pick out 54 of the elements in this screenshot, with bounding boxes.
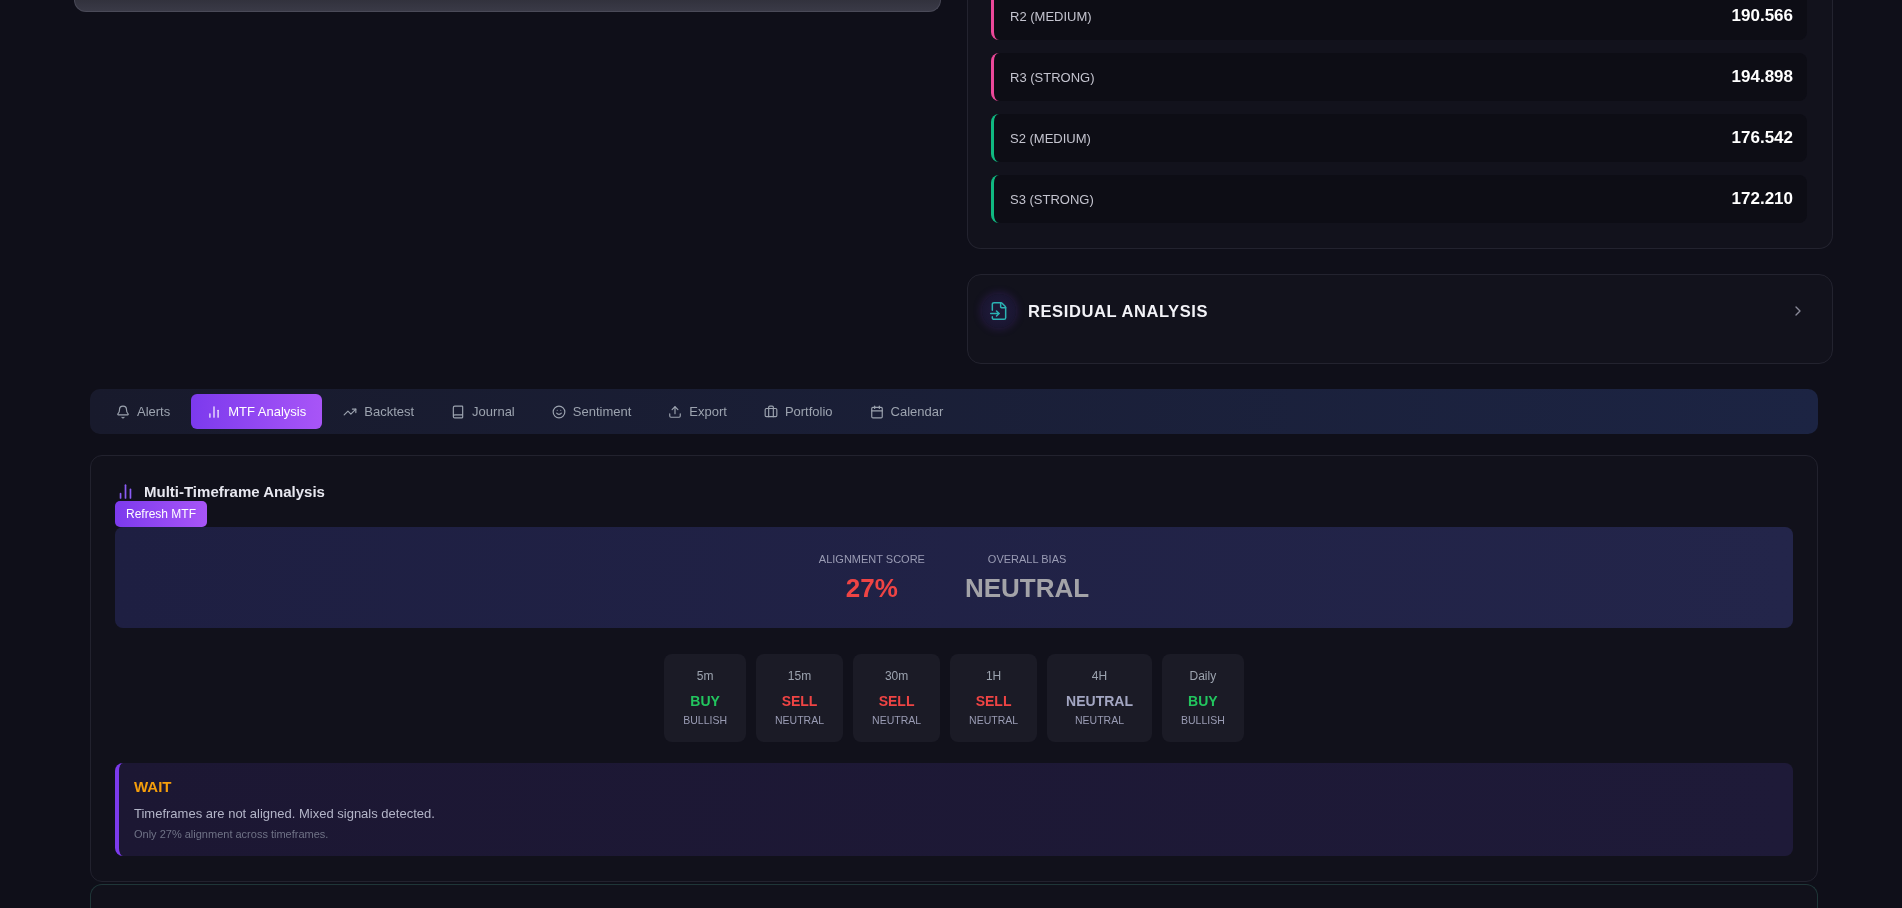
level-value: 172.210 [1731,189,1793,209]
bar-chart-icon [207,404,222,419]
level-label: S2 (MEDIUM) [1010,130,1091,146]
section-title: Multi-Timeframe Analysis [144,483,325,500]
residual-analysis-header[interactable]: RESIDUAL ANALYSIS [967,274,1833,364]
signal-value: SELL [781,692,818,710]
recommendation-detail: Only 27% alignment across timeframes. [134,827,330,841]
tab[interactable]: Portfolio [747,394,849,429]
bias-value: NEUTRAL [964,572,1090,603]
timeframe-label: 5m [696,668,714,684]
timeframe-label: 15m [787,668,812,684]
upload-icon [668,404,683,419]
tab[interactable]: MTF Analysis [191,394,323,429]
timeframe-label: Daily [1189,668,1217,684]
stat-label: OVERALL BIAS [987,552,1067,565]
signal-value: BUY [1188,692,1218,710]
level-label: R2 (MEDIUM) [1010,8,1092,24]
timeframe-label: 30m [884,668,909,684]
signal-value: NEUTRAL [1066,692,1133,710]
trend-label: NEUTRAL [872,713,922,727]
trend-label: NEUTRAL [1075,713,1125,727]
bell-icon [116,404,130,419]
trend-label: NEUTRAL [969,713,1019,727]
recommendation-message: Timeframes are not aligned. Mixed signals detected. [134,806,436,822]
refresh-button[interactable]: Refresh MTF [115,501,207,527]
level-label: R3 (STRONG) [1010,69,1095,85]
book-icon [451,404,466,419]
level-value: 194.898 [1731,67,1793,87]
trend-label: BULLISH [1180,713,1225,727]
trend-label: NEUTRAL [775,713,825,727]
signal-value: SELL [975,692,1012,710]
alignment-score: 27% [845,572,898,603]
bar-chart-icon [117,483,134,500]
tab[interactable]: Sentiment [535,394,648,429]
level-label: S3 (STRONG) [1010,191,1094,207]
level-value: 176.542 [1731,128,1793,148]
smiley-icon [551,404,566,419]
tab[interactable]: Export [652,394,743,429]
timeframe-label: 4H [1091,668,1108,684]
calendar-icon [869,404,884,419]
level-value: 190.566 [1731,6,1793,26]
file-import-icon [982,294,1016,328]
signal-value: BUY [690,692,720,710]
tab[interactable]: Backtest [327,394,431,429]
section-title: RESIDUAL ANALYSIS [1028,301,1210,321]
recommendation-title: WAIT [134,778,173,796]
signal-value: SELL [878,692,915,710]
tab[interactable]: Calendar [853,394,960,429]
stat-label: ALIGNMENT SCORE [818,552,925,565]
trend-label: BULLISH [683,713,728,727]
timeframe-label: 1H [985,668,1002,684]
tab[interactable]: Alerts [100,394,187,429]
briefcase-icon [763,404,778,419]
tab[interactable]: Journal [435,394,531,429]
